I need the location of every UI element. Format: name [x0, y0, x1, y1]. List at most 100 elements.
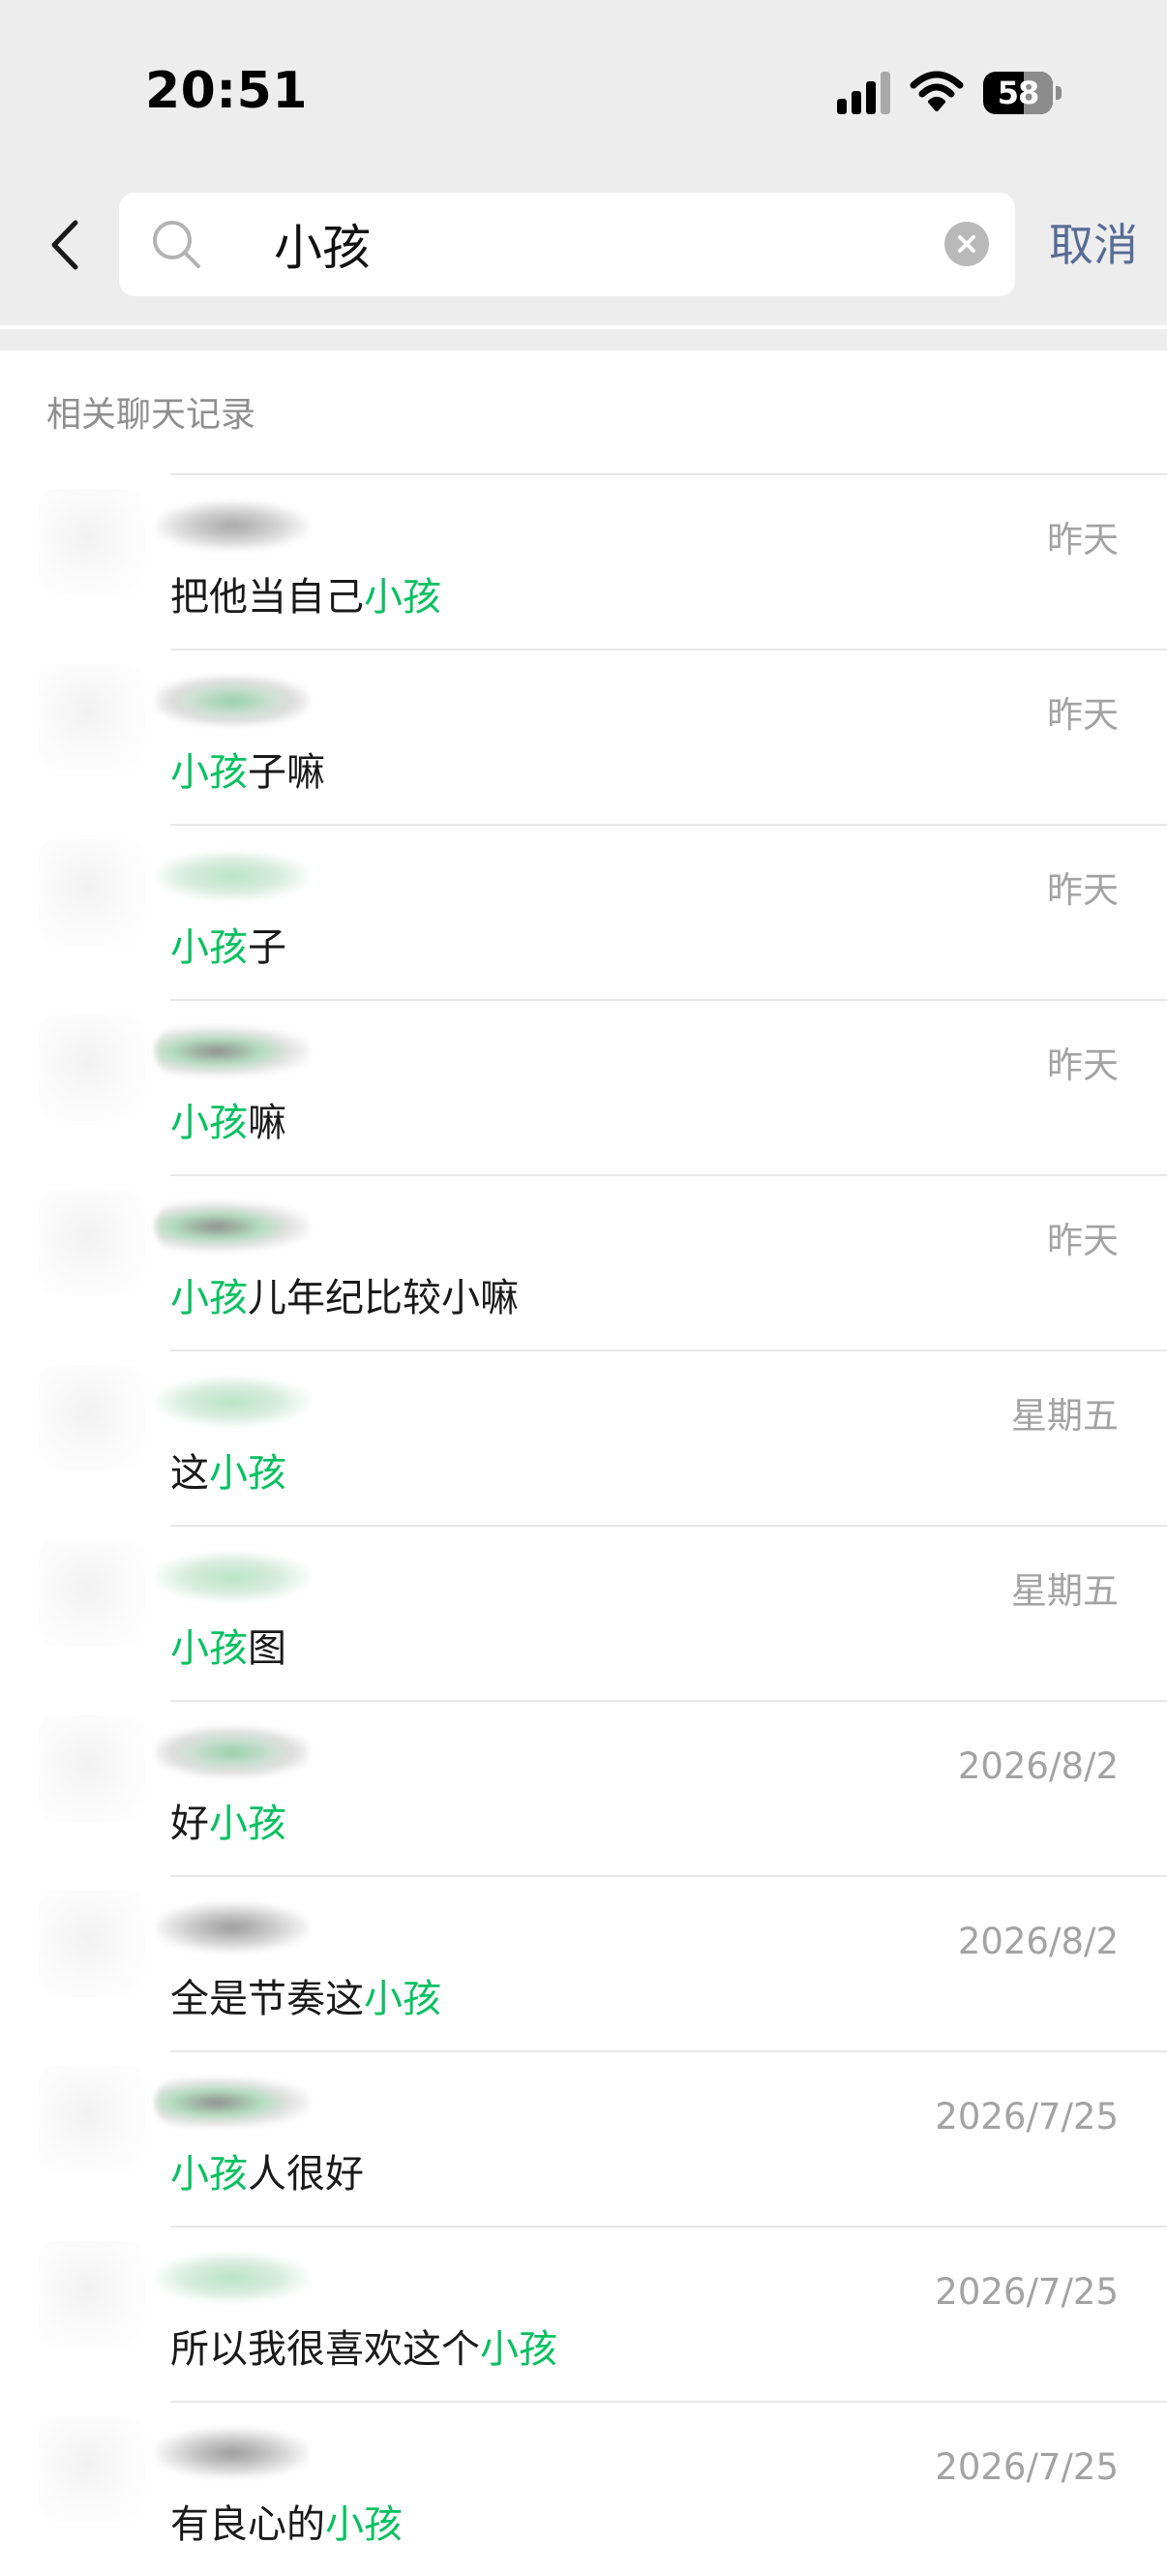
message-text: 有良心的: [170, 2502, 325, 2547]
keyword-highlight: 小孩: [170, 2152, 248, 2197]
avatar: [39, 1540, 145, 1647]
avatar: [39, 1190, 145, 1296]
record-message: 有良心的小孩: [170, 2498, 403, 2552]
avatar: [39, 1015, 145, 1121]
blurred-contact-name: [155, 676, 310, 726]
chat-record-row[interactable]: 2026/7/25 有良心的小孩: [0, 2401, 1167, 2576]
record-message: 小孩儿年纪比较小嘛: [170, 1271, 519, 1325]
record-message: 小孩子: [170, 921, 286, 975]
record-date: 2026/8/2: [957, 1745, 1119, 1787]
record-message: 好小孩: [170, 1797, 286, 1851]
record-date: 昨天: [1047, 1045, 1119, 1086]
avatar: [39, 2066, 145, 2172]
message-text: 人很好: [248, 2152, 364, 2197]
blurred-contact-name: [155, 1377, 310, 1427]
clear-search-button[interactable]: [944, 222, 989, 266]
chat-record-row[interactable]: 2026/7/25 小孩人很好: [0, 2050, 1167, 2226]
chat-record-row[interactable]: 昨天 小孩子: [0, 824, 1167, 999]
message-text: 子: [248, 925, 286, 970]
back-chevron-icon: [51, 220, 78, 270]
battery-cap: [1056, 86, 1062, 100]
search-box[interactable]: [119, 193, 1015, 296]
record-message: 所以我很喜欢这个小孩: [170, 2322, 557, 2377]
keyword-highlight: 小孩: [170, 925, 248, 970]
keyword-highlight: 小孩: [170, 1101, 248, 1145]
message-text: 把他当自己: [170, 575, 364, 620]
record-message: 全是节奏这小孩: [170, 1972, 441, 2026]
record-date: 2026/8/2: [957, 1921, 1119, 1962]
record-message: 小孩子嘛: [170, 745, 325, 800]
keyword-highlight: 小孩: [170, 1626, 248, 1671]
cancel-button[interactable]: 取消: [1049, 213, 1138, 277]
keyword-highlight: 小孩: [170, 750, 248, 795]
section-title: 相关聊天记录: [46, 395, 256, 435]
avatar: [39, 2241, 145, 2348]
battery-icon: 58: [983, 72, 1062, 114]
message-text: 好: [170, 1802, 209, 1846]
blurred-contact-name: [155, 851, 310, 901]
blurred-contact-name: [155, 2428, 310, 2478]
record-message: 小孩人很好: [170, 2147, 364, 2201]
cellular-signal-icon: [837, 72, 893, 114]
blurred-contact-name: [155, 1201, 310, 1252]
message-text: 儿年纪比较小嘛: [248, 1276, 519, 1320]
keyword-highlight: 小孩: [209, 1802, 286, 1846]
record-message: 这小孩: [170, 1446, 286, 1500]
record-date: 2026/7/25: [935, 2446, 1119, 2488]
message-text: 这: [170, 1451, 209, 1496]
blurred-contact-name: [155, 500, 310, 551]
message-text: 所以我很喜欢这个: [170, 2327, 480, 2372]
avatar: [39, 1891, 145, 1997]
chat-record-row[interactable]: 星期五 小孩图: [0, 1525, 1167, 1700]
message-text: 子嘛: [248, 750, 325, 795]
record-date: 昨天: [1047, 694, 1119, 736]
battery-level: 58: [997, 75, 1040, 111]
chat-record-list: 昨天 把他当自己小孩 昨天 小孩子嘛 昨天 小孩子 昨天 小孩嘛 昨天 小孩儿年…: [0, 473, 1167, 2576]
chat-record-row[interactable]: 2026/8/2 全是节奏这小孩: [0, 1875, 1167, 2050]
avatar: [39, 1365, 145, 1471]
chat-record-row[interactable]: 星期五 这小孩: [0, 1349, 1167, 1525]
blurred-contact-name: [155, 1902, 310, 1953]
back-button[interactable]: [39, 211, 93, 279]
chat-record-row[interactable]: 昨天 小孩儿年纪比较小嘛: [0, 1174, 1167, 1349]
avatar: [39, 489, 145, 595]
clear-icon: [958, 235, 975, 253]
blurred-contact-name: [155, 1727, 310, 1777]
header-area: 20:51 58 小孩 取消: [0, 0, 1167, 325]
record-message: 把他当自己小孩: [170, 570, 441, 624]
chat-record-row[interactable]: 2026/8/2 好小孩: [0, 1700, 1167, 1875]
chat-record-row[interactable]: 昨天 把他当自己小孩: [0, 473, 1167, 649]
avatar: [39, 1715, 145, 1822]
record-message: 小孩嘛: [170, 1096, 286, 1150]
section-divider: [0, 325, 1167, 350]
keyword-highlight: 小孩: [364, 575, 441, 620]
battery-body: 58: [983, 72, 1053, 114]
chat-record-row[interactable]: 2026/7/25 所以我很喜欢这个小孩: [0, 2226, 1167, 2401]
chat-record-row[interactable]: 昨天 小孩子嘛: [0, 649, 1167, 824]
blurred-contact-name: [155, 2253, 310, 2303]
message-text: 全是节奏这: [170, 1977, 364, 2021]
avatar: [39, 839, 145, 946]
blurred-contact-name: [155, 1026, 310, 1076]
chat-record-row[interactable]: 昨天 小孩嘛: [0, 999, 1167, 1174]
record-date: 昨天: [1047, 519, 1119, 561]
keyword-highlight: 小孩: [364, 1977, 441, 2021]
avatar: [39, 2416, 145, 2523]
message-text: 图: [248, 1626, 286, 1671]
keyword-highlight: 小孩: [480, 2327, 557, 2372]
status-time: 20:51: [145, 62, 309, 120]
avatar: [39, 664, 145, 771]
keyword-highlight: 小孩: [325, 2502, 403, 2547]
record-date: 昨天: [1047, 1220, 1119, 1261]
record-date: 星期五: [1011, 1570, 1119, 1612]
message-text: 嘛: [248, 1101, 286, 1145]
wifi-icon: [910, 70, 964, 112]
search-icon: [153, 221, 200, 268]
record-date: 星期五: [1011, 1395, 1119, 1437]
search-input[interactable]: [274, 210, 913, 278]
record-message: 小孩图: [170, 1621, 286, 1676]
record-date: 2026/7/25: [935, 2271, 1119, 2313]
keyword-highlight: 小孩: [209, 1451, 286, 1496]
record-date: 2026/7/25: [935, 2096, 1119, 2137]
blurred-contact-name: [155, 2077, 310, 2128]
